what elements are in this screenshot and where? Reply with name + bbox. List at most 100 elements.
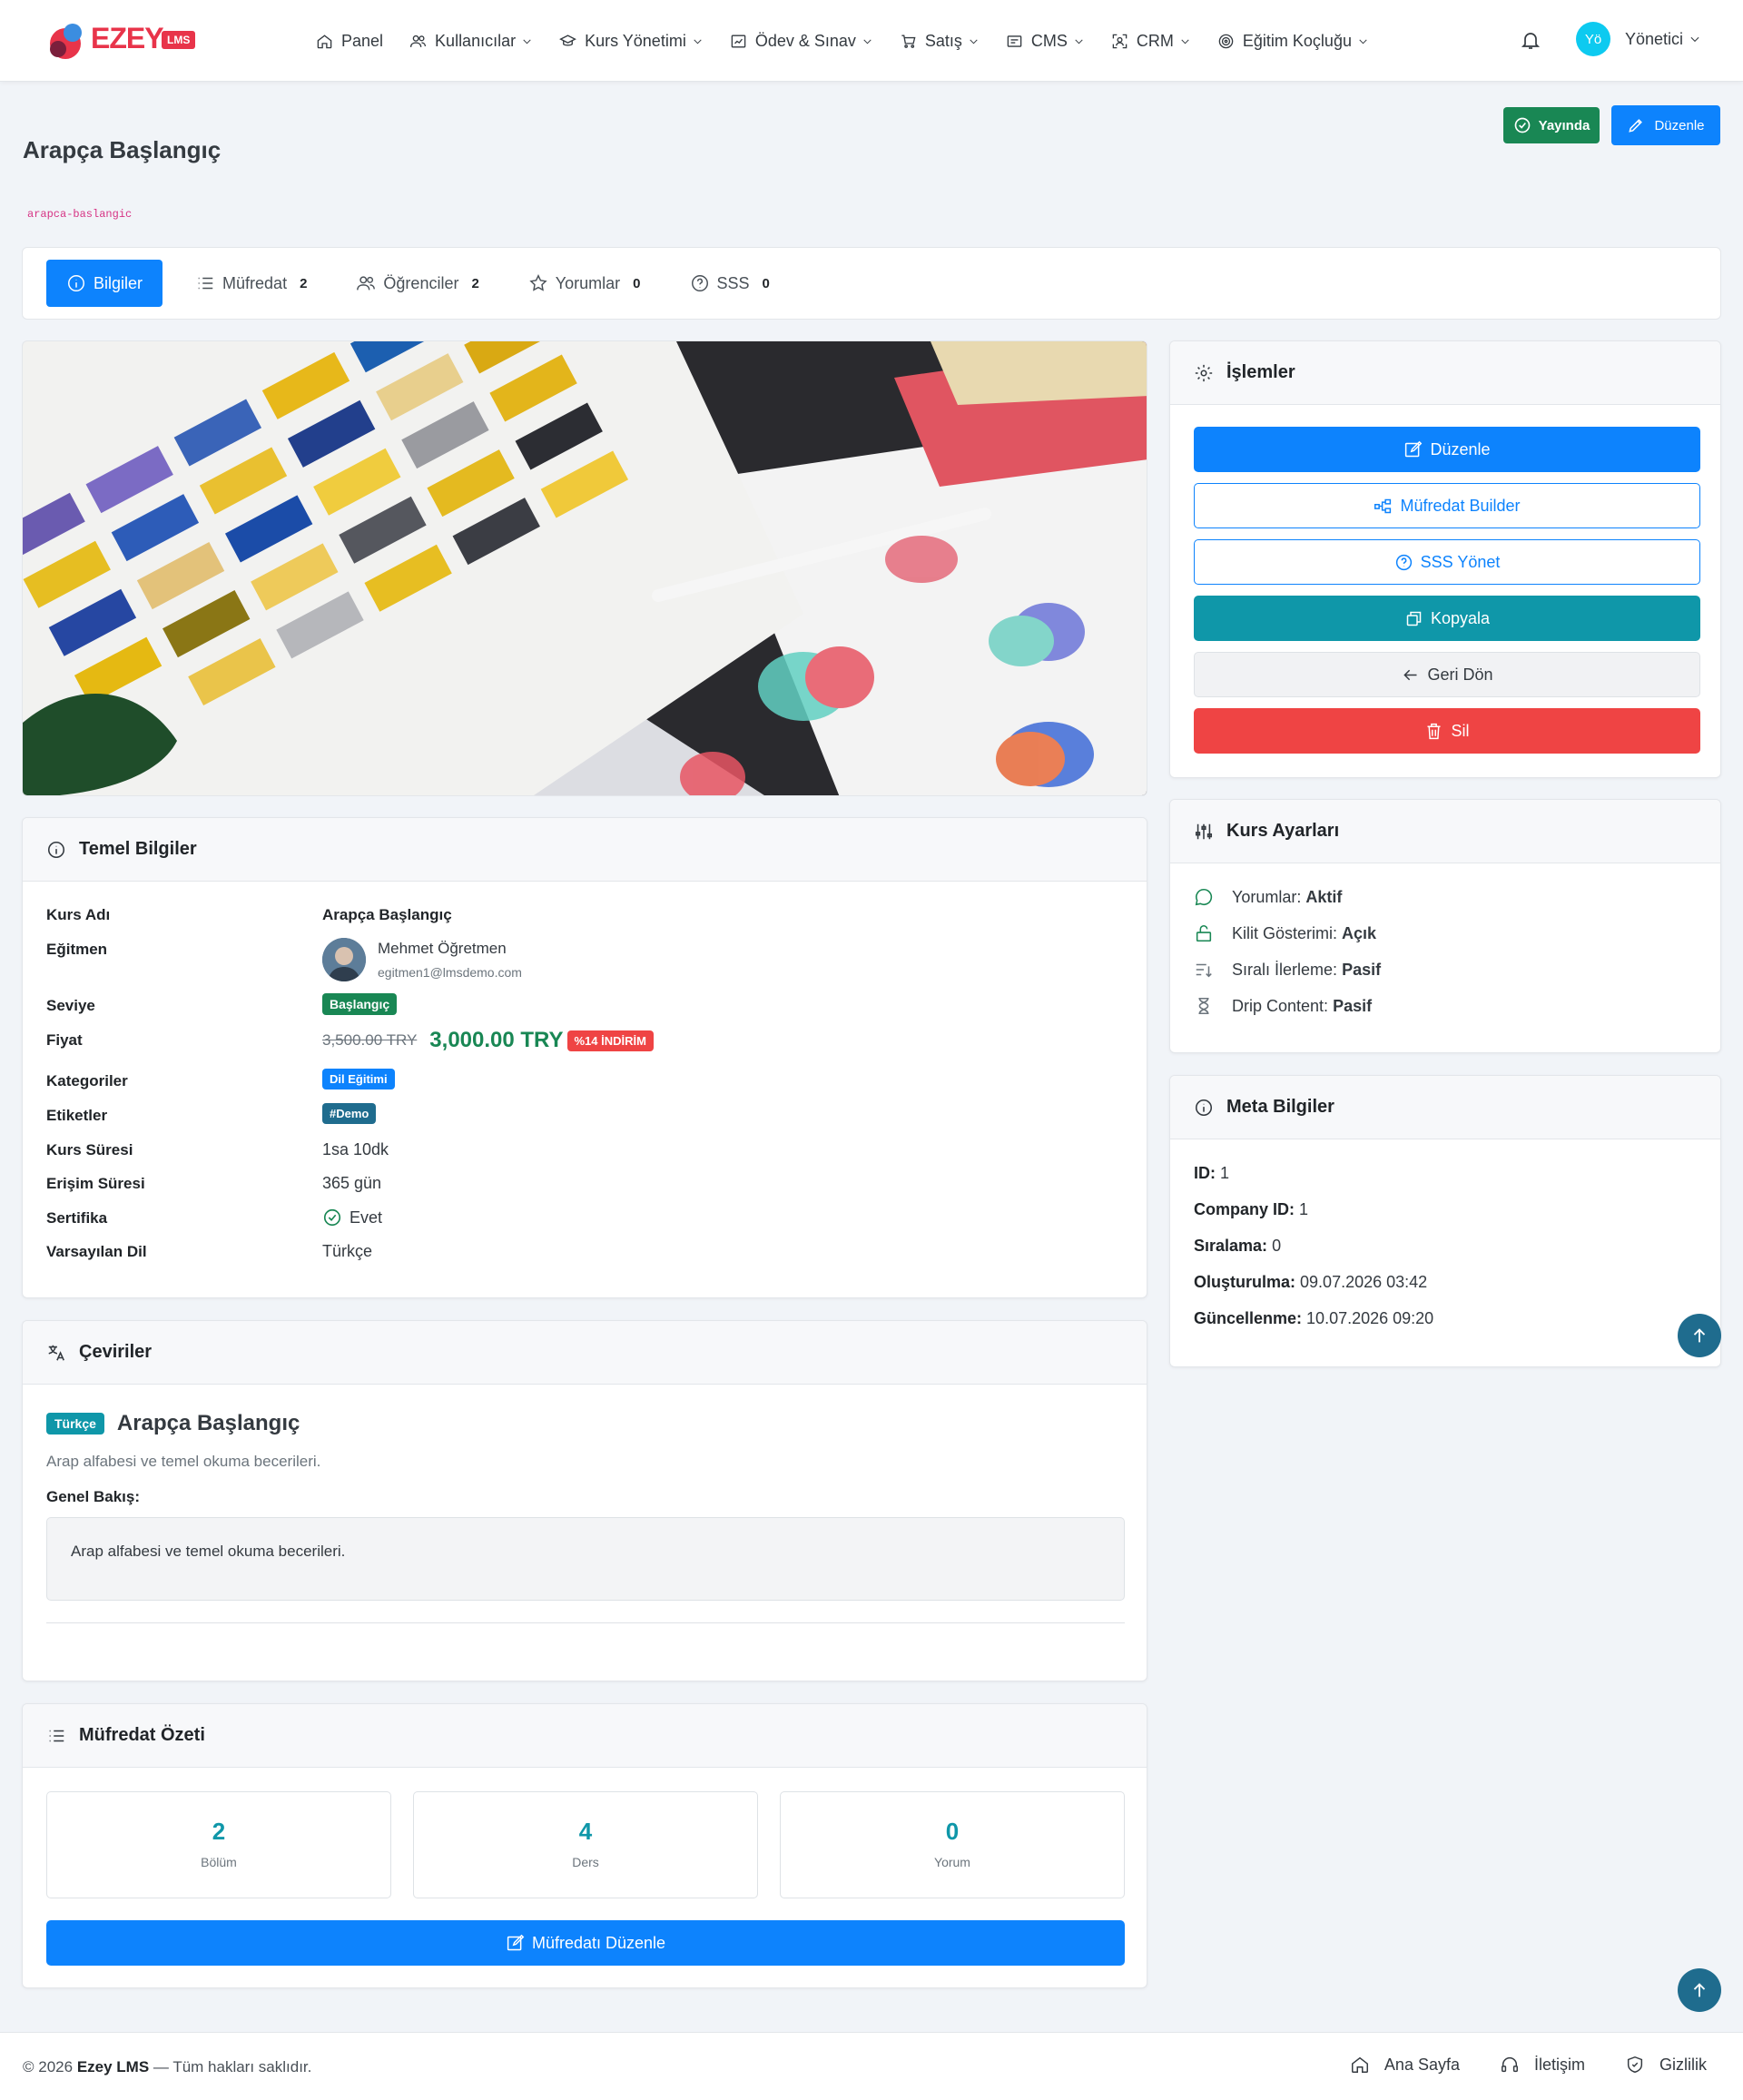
headset-icon xyxy=(1502,2057,1518,2073)
instructor-email: egitmen1@lmsdemo.com xyxy=(378,965,522,980)
stat-reviews: 0 Yorum xyxy=(780,1791,1125,1898)
scroll-top-button[interactable] xyxy=(1678,1314,1721,1357)
graduation-cap-icon xyxy=(559,34,577,46)
card-title: Temel Bilgiler xyxy=(79,839,197,859)
nav-item-sales[interactable]: Satış xyxy=(900,32,980,51)
edit-curriculum-button[interactable]: Müfredatı Düzenle xyxy=(46,1920,1125,1966)
meta-value: 0 xyxy=(1272,1237,1282,1255)
discount-badge: %14 İNDİRİM xyxy=(566,1030,654,1051)
value-course-name: Arapça Başlangıç xyxy=(322,906,452,923)
curriculum-builder-button[interactable]: Müfredat Builder xyxy=(1194,483,1700,528)
chevron-down-icon xyxy=(863,39,872,44)
hourglass-icon xyxy=(1198,997,1209,1015)
card-header: Kurs Ayarları xyxy=(1170,800,1720,863)
setting-lock-display: Kilit Gösterimi: Açık xyxy=(1194,923,1376,943)
gear-icon xyxy=(1195,364,1213,381)
setting-label: Drip Content: xyxy=(1232,996,1329,1015)
footer-link-home[interactable]: Ana Sayfa xyxy=(1350,2055,1460,2075)
meta-created: Oluşturulma: 09.07.2026 03:42 xyxy=(1194,1273,1427,1292)
scroll-top-button[interactable] xyxy=(1678,1968,1721,2012)
user-menu[interactable]: Yö Yönetici xyxy=(1576,22,1701,56)
published-status-button[interactable]: Yayında xyxy=(1503,107,1600,143)
overview-label: Genel Bakış: xyxy=(46,1488,140,1505)
copy-button[interactable]: Kopyala xyxy=(1194,596,1700,641)
pencil-icon xyxy=(1629,119,1643,133)
nav-item-assignments[interactable]: Ödev & Sınav xyxy=(730,32,873,51)
tab-info[interactable]: Bilgiler xyxy=(46,260,163,307)
copyright-brand: Ezey LMS xyxy=(76,2058,150,2075)
tab-count: 2 xyxy=(300,275,308,291)
edit-button[interactable]: Düzenle xyxy=(1194,427,1700,472)
sliders-icon xyxy=(1195,823,1213,839)
label-level: Seviye xyxy=(46,997,95,1014)
tab-students[interactable]: Öğrenciler 2 xyxy=(336,260,498,307)
brand-logo[interactable]: EZEY LMS xyxy=(45,16,209,64)
chevron-down-icon xyxy=(1075,39,1083,44)
button-label: Kopyala xyxy=(1430,608,1491,627)
tab-curriculum[interactable]: Müfredat 2 xyxy=(175,260,327,307)
course-slug: arapca-baslangic xyxy=(27,208,133,221)
stat-value: 0 xyxy=(945,1818,960,1845)
setting-label: Yorumlar: xyxy=(1232,887,1302,906)
top-navbar: EZEY LMS Panel Kullanıcılar Kurs Yönetim… xyxy=(0,0,1743,82)
label-access: Erişim Süresi xyxy=(46,1175,145,1192)
instructor-avatar xyxy=(322,938,366,981)
edit-course-button[interactable]: Düzenle xyxy=(1611,105,1720,145)
tab-reviews[interactable]: Yorumlar 0 xyxy=(508,260,661,307)
check-circle-icon xyxy=(323,1208,341,1227)
nav-item-crm[interactable]: CRM xyxy=(1111,32,1191,51)
tab-faq[interactable]: SSS 0 xyxy=(670,260,790,307)
instructor-name[interactable]: Mehmet Öğretmen xyxy=(378,940,507,958)
nav-item-cms[interactable]: CMS xyxy=(1006,32,1085,51)
chevron-down-icon xyxy=(1181,39,1189,44)
copy-icon xyxy=(1406,611,1422,626)
back-button[interactable]: Geri Dön xyxy=(1194,652,1700,697)
value-language: Türkçe xyxy=(322,1242,373,1260)
cms-icon xyxy=(1007,35,1022,47)
question-circle-icon xyxy=(691,275,708,291)
notifications-button[interactable] xyxy=(1520,29,1541,51)
button-label: Müfredatı Düzenle xyxy=(531,1933,666,1952)
nav-item-coaching[interactable]: Eğitim Koçluğu xyxy=(1217,32,1369,51)
meta-id: ID: 1 xyxy=(1194,1164,1229,1183)
meta-updated: Güncellenme: 10.07.2026 09:20 xyxy=(1194,1309,1433,1328)
categories-wrapper: Dil Eğitimi xyxy=(322,1069,395,1089)
brand-badge: LMS xyxy=(162,31,196,49)
footer-link-contact[interactable]: İletişim xyxy=(1500,2055,1585,2075)
actions-card: İşlemler Düzenle Müfredat Builder SSS Yö… xyxy=(1169,340,1721,778)
meta-label: Sıralama: xyxy=(1194,1237,1268,1255)
footer-link-label: Gizlilik xyxy=(1659,2055,1707,2074)
copyright: © 2026 Ezey LMS — Tüm hakları saklıdır. xyxy=(23,2058,311,2076)
nav-item-users[interactable]: Kullanıcılar xyxy=(409,32,533,51)
cover-illustration xyxy=(23,341,1147,795)
cart-icon xyxy=(901,34,916,48)
info-icon xyxy=(1195,1099,1213,1116)
tag-badge[interactable]: #Demo xyxy=(322,1103,377,1124)
chevron-down-icon xyxy=(1359,39,1367,44)
tab-label: Müfredat xyxy=(222,273,288,292)
tab-label: SSS xyxy=(716,273,750,292)
delete-button[interactable]: Sil xyxy=(1194,708,1700,754)
nav-item-panel[interactable]: Panel xyxy=(316,32,383,51)
stat-sections: 2 Bölüm xyxy=(46,1791,391,1898)
setting-label: Sıralı İlerleme: xyxy=(1232,960,1338,979)
faq-manage-button[interactable]: SSS Yönet xyxy=(1194,539,1700,585)
nav-item-course-management[interactable]: Kurs Yönetimi xyxy=(559,32,704,51)
setting-comments: Yorumlar: Aktif xyxy=(1194,887,1342,907)
button-label: Sil xyxy=(1451,721,1470,740)
tab-label: Bilgiler xyxy=(94,273,143,292)
meta-value: 1 xyxy=(1220,1164,1230,1182)
main-nav: Panel Kullanıcılar Kurs Yönetimi Ödev & … xyxy=(316,0,1395,82)
setting-value: Pasif xyxy=(1342,960,1382,979)
meta-company-id: Company ID: 1 xyxy=(1194,1200,1308,1219)
nav-label: Satış xyxy=(924,31,962,50)
footer-link-label: İletişim xyxy=(1533,2055,1585,2074)
users-icon xyxy=(357,276,376,291)
card-title: Meta Bilgiler xyxy=(1226,1097,1334,1117)
stat-value: 2 xyxy=(212,1818,226,1845)
overview-box: Arap alfabesi ve temel okuma becerileri. xyxy=(46,1517,1125,1601)
button-label: Düzenle xyxy=(1430,439,1491,458)
category-badge[interactable]: Dil Eğitimi xyxy=(322,1069,395,1089)
footer-link-privacy[interactable]: Gizlilik xyxy=(1625,2055,1707,2075)
value-certificate: Evet xyxy=(350,1208,383,1227)
